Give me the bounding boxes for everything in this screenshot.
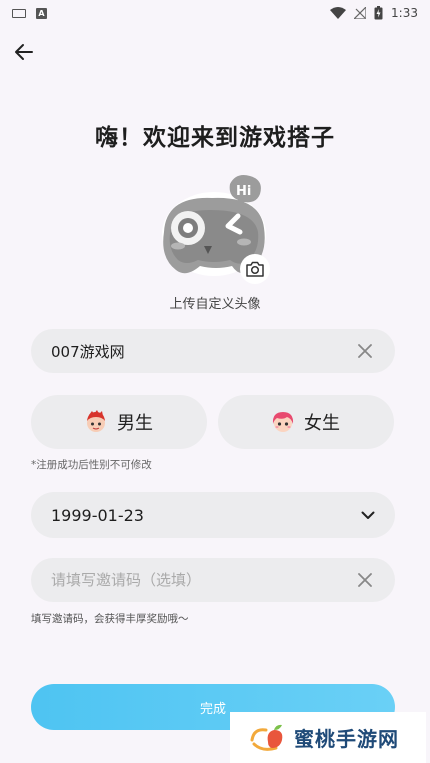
battery-charging-icon: [374, 6, 383, 20]
close-icon: [358, 573, 372, 587]
chevron-down-icon: [361, 511, 375, 519]
status-left: A: [12, 7, 47, 19]
gender-male-label: 男生: [117, 413, 153, 434]
gender-note: *注册成功后性别不可修改: [31, 459, 152, 471]
watermark: 蜜桃手游网: [230, 712, 426, 763]
status-time: 1:33: [391, 6, 418, 20]
gender-female-button[interactable]: 女生: [218, 395, 394, 449]
page-title: 嗨！欢迎来到游戏搭子: [95, 125, 335, 151]
status-right: 1:33: [330, 6, 418, 20]
arrow-left-icon: [15, 44, 33, 60]
nickname-field[interactable]: 007游戏网: [31, 329, 395, 373]
birthday-select[interactable]: 1999-01-23: [31, 492, 395, 538]
back-button[interactable]: [10, 38, 38, 66]
gender-female-label: 女生: [304, 413, 340, 434]
boy-avatar-icon: [87, 410, 105, 432]
close-icon: [358, 344, 372, 358]
no-signal-icon: [354, 7, 367, 19]
invite-code-input[interactable]: [51, 571, 355, 589]
status-bar: A 1:33: [0, 0, 430, 26]
watermark-text: 蜜桃手游网: [294, 727, 399, 751]
gender-male-button[interactable]: 男生: [31, 395, 207, 449]
camera-icon: [246, 261, 264, 277]
a-icon: A: [36, 7, 47, 19]
upload-avatar-label: 上传自定义头像: [169, 297, 261, 312]
invite-clear-button[interactable]: [355, 570, 375, 590]
birthday-value: 1999-01-23: [51, 505, 144, 525]
invite-code-field[interactable]: [31, 558, 395, 602]
nickname-clear-button[interactable]: [355, 341, 375, 361]
nickname-value: 007游戏网: [51, 342, 125, 361]
invite-note: 填写邀请码，会获得丰厚奖励哦～: [31, 613, 189, 625]
svg-text:Hi: Hi: [236, 184, 251, 199]
girl-avatar-icon: [272, 412, 294, 432]
peach-logo-icon: [250, 724, 283, 751]
keyboard-icon: [12, 8, 26, 18]
camera-button[interactable]: [240, 254, 270, 284]
wifi-icon: [330, 7, 347, 19]
